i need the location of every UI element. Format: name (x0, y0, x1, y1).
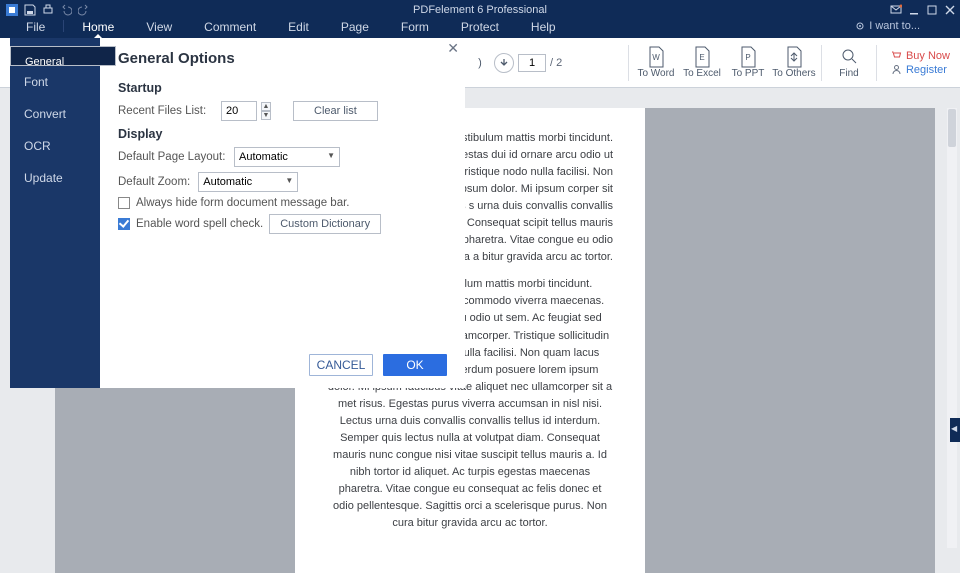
i-want-to[interactable]: I want to... (855, 20, 920, 32)
dialog-close-icon[interactable]: ✕ (447, 40, 459, 57)
menu-separator (63, 20, 64, 32)
svg-text:E: E (699, 53, 704, 62)
page-total: / 2 (550, 57, 562, 69)
sidebar-item-update[interactable]: Update (10, 162, 100, 194)
dialog-title: General Options (118, 50, 447, 67)
menu-edit[interactable]: Edit (272, 20, 325, 38)
redo-icon[interactable] (78, 4, 90, 16)
spell-check-label: Enable word spell check. (136, 218, 263, 230)
spinner-up-icon[interactable]: ▲ (261, 102, 271, 111)
sidebar-item-convert[interactable]: Convert (10, 98, 100, 130)
undo-icon[interactable] (60, 4, 72, 16)
hide-message-bar-label: Always hide form document message bar. (136, 197, 350, 209)
menu-help[interactable]: Help (515, 20, 572, 38)
default-zoom-label: Default Zoom: (118, 176, 190, 188)
clear-list-button[interactable]: Clear list (293, 101, 378, 121)
menu-file[interactable]: File (10, 20, 61, 38)
to-excel-button[interactable]: E To Excel (679, 38, 725, 87)
titlebar: PDFelement 6 Professional (0, 0, 960, 20)
page-layout-label: Default Page Layout: (118, 151, 226, 163)
find-button[interactable]: Find (826, 38, 872, 87)
menu-home[interactable]: Home (66, 20, 130, 38)
svg-text:P: P (745, 53, 750, 62)
recent-files-input[interactable] (221, 101, 257, 121)
menu-comment[interactable]: Comment (188, 20, 272, 38)
page-prev-partial-icon[interactable]: ) (470, 53, 490, 73)
options-dialog: General Font Convert OCR Update ✕ Genera… (10, 38, 465, 388)
menu-page[interactable]: Page (325, 20, 385, 38)
hide-message-bar-checkbox[interactable] (118, 197, 130, 209)
spinner-down-icon[interactable]: ▼ (261, 111, 271, 120)
to-ppt-button[interactable]: P To PPT (725, 38, 771, 87)
svg-text:W: W (652, 53, 660, 62)
sidebar-item-ocr[interactable]: OCR (10, 130, 100, 162)
cancel-button[interactable]: CANCEL (309, 354, 373, 376)
custom-dictionary-button[interactable]: Custom Dictionary (269, 214, 381, 234)
buy-now-link[interactable]: Buy Now (891, 50, 950, 62)
register-link[interactable]: Register (891, 64, 950, 76)
save-icon[interactable] (24, 4, 36, 16)
maximize-icon[interactable] (926, 4, 938, 16)
sidebar-item-font[interactable]: Font (10, 66, 100, 98)
menu-form[interactable]: Form (385, 20, 445, 38)
menu-view[interactable]: View (130, 20, 188, 38)
page-number-input[interactable] (518, 54, 546, 72)
page-next-icon[interactable] (494, 53, 514, 73)
side-panel-toggle[interactable] (950, 418, 960, 442)
close-icon[interactable] (944, 4, 956, 16)
app-title: PDFelement 6 Professional (413, 4, 547, 16)
page-layout-select[interactable] (234, 147, 340, 167)
to-word-button[interactable]: W To Word (633, 38, 679, 87)
dialog-sidebar: General Font Convert OCR Update (10, 38, 100, 388)
menu-protect[interactable]: Protect (445, 20, 515, 38)
startup-heading: Startup (118, 81, 447, 95)
recent-files-label: Recent Files List: (118, 105, 213, 117)
mail-icon[interactable] (890, 4, 902, 16)
display-heading: Display (118, 127, 447, 141)
ok-button[interactable]: OK (383, 354, 447, 376)
scrollbar-thumb[interactable] (948, 109, 956, 147)
vertical-scrollbar[interactable] (947, 108, 957, 548)
menubar: File Home View Comment Edit Page Form Pr… (0, 20, 960, 38)
default-zoom-select[interactable] (198, 172, 298, 192)
minimize-icon[interactable] (908, 4, 920, 16)
print-icon[interactable] (42, 4, 54, 16)
app-icon (6, 4, 18, 16)
to-others-button[interactable]: To Others (771, 38, 817, 87)
spell-check-checkbox[interactable] (118, 218, 130, 230)
dialog-main: ✕ General Options Startup Recent Files L… (100, 38, 465, 388)
